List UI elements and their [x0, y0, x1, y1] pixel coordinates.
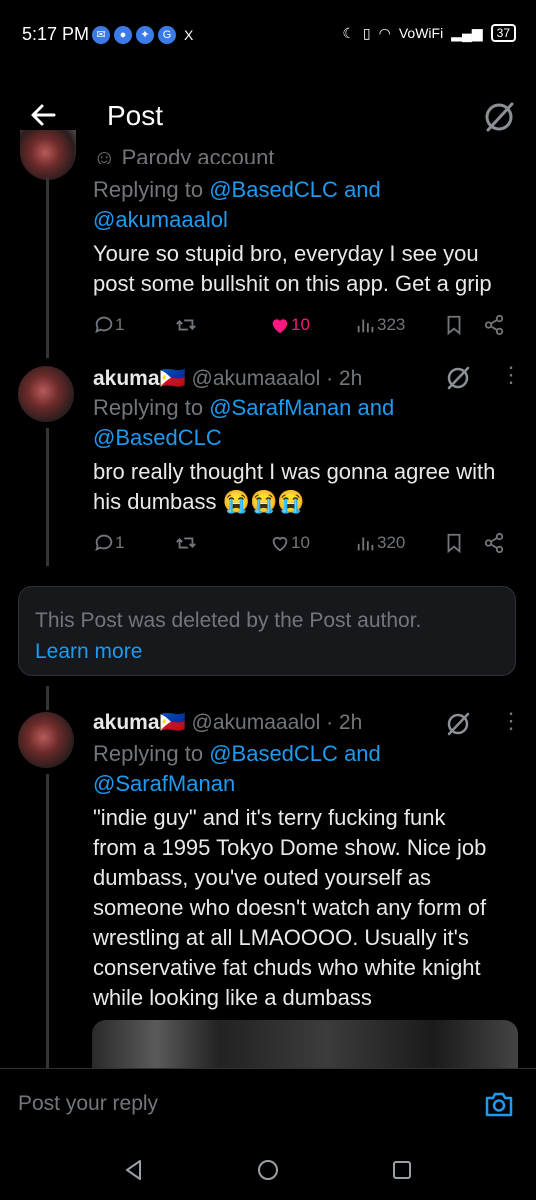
mention-link[interactable]: @SarafManan	[209, 395, 351, 420]
reply-icon	[95, 534, 113, 552]
avatar[interactable]	[18, 366, 74, 422]
flag-emoji: 🇵🇭	[159, 711, 186, 734]
thread-line	[46, 428, 49, 566]
post-text-line: from a 1995 Tokyo Dome show. Nice job	[93, 835, 487, 860]
post-text: his dumbass 😭😭😭	[93, 489, 305, 514]
author-name[interactable]: akuma	[93, 367, 160, 390]
status-right-icons: ☾ ▯ ◠ VoWiFi ▂▄▆ 37	[342, 24, 516, 42]
parody-label: ☺ Parody account	[93, 140, 274, 164]
post-text: post some bullshit on this app. Get a gr…	[93, 271, 492, 296]
heart-filled-icon	[272, 319, 288, 334]
post-text-line: conservative fat chuds who white knight	[93, 955, 481, 980]
reply-icon	[95, 316, 113, 334]
signal-icon: ▂▄▆	[451, 24, 483, 41]
post-author-line: akuma🇵🇭 @akumaaalol · 2h	[93, 708, 362, 738]
battery-indicator: 37	[490, 24, 516, 42]
post-text-line: someone who doesn't watch any form of	[93, 895, 487, 920]
repost-icon	[176, 537, 196, 549]
grok-icon[interactable]	[482, 100, 516, 134]
replying-to: Replying to @BasedCLC and	[93, 177, 381, 202]
thread-line	[46, 774, 49, 1068]
handle-time[interactable]: @akumaaalol · 2h	[192, 711, 363, 734]
handle-time[interactable]: @akumaaalol · 2h	[192, 367, 363, 390]
post-text-line: while looking like a dumbass	[93, 985, 372, 1010]
nav-back-icon[interactable]	[122, 1158, 146, 1182]
bookmark-button[interactable]	[443, 314, 465, 336]
mention-link[interactable]: @SarafManan	[93, 769, 235, 799]
share-button[interactable]	[483, 532, 505, 554]
views-icon	[357, 319, 374, 333]
views-button[interactable]: 323	[355, 314, 405, 336]
camera-icon[interactable]	[484, 1090, 514, 1118]
google-icon: G	[158, 26, 176, 44]
repost-icon	[176, 319, 196, 331]
bookmark-icon	[447, 533, 461, 554]
bookmark-button[interactable]	[443, 532, 465, 554]
reply-button[interactable]: 1	[93, 314, 124, 336]
post-text-line: wrestling at all LMAOOOO. Usually it's	[93, 925, 469, 950]
post-author-line: akuma🇵🇭 @akumaaalol · 2h	[93, 364, 362, 394]
reply-button[interactable]: 1	[93, 532, 124, 554]
post-text: "indie guy" and it's terry fucking funk …	[93, 803, 486, 1013]
avatar[interactable]	[20, 130, 76, 180]
share-button[interactable]	[483, 314, 505, 336]
views-icon	[357, 537, 374, 551]
parody-icon: ☺	[93, 145, 116, 164]
post-text: Youre so stupid bro, everyday I see you	[93, 241, 479, 266]
flag-emoji: 🇵🇭	[159, 367, 186, 390]
app-icon: ✦	[136, 26, 154, 44]
grok-icon[interactable]	[444, 364, 472, 392]
emoji-crying: 😭😭😭	[222, 489, 305, 514]
replying-to: Replying to @BasedCLC and	[93, 741, 381, 766]
nav-recents-icon[interactable]	[391, 1159, 413, 1181]
status-time: 5:17 PM	[22, 24, 90, 44]
replying-to: Replying to @SarafManan and	[93, 395, 395, 420]
mention-link[interactable]: @BasedCLC	[93, 423, 222, 453]
x-app-label: X	[184, 27, 194, 43]
status-app-icons: ✉ ● ✦ G X	[92, 26, 193, 44]
deleted-post-notice: This Post was deleted by the Post author…	[18, 586, 516, 676]
wifi-icon: ◠	[378, 24, 391, 41]
learn-more-link[interactable]: Learn more	[35, 636, 499, 667]
post-actions: 1 10 323	[93, 312, 513, 338]
avatar[interactable]	[18, 712, 74, 768]
repost-button[interactable]	[175, 314, 197, 336]
heart-icon	[272, 536, 288, 552]
back-arrow-icon[interactable]	[28, 100, 58, 130]
repost-button[interactable]	[175, 532, 197, 554]
more-options-icon[interactable]: ⋮	[500, 362, 522, 388]
grok-icon[interactable]	[444, 710, 472, 738]
deleted-message: This Post was deleted by the Post author…	[35, 609, 422, 632]
mention-link[interactable]: @BasedCLC	[209, 741, 338, 766]
network-label: VoWiFi	[398, 25, 444, 41]
more-options-icon[interactable]: ⋮	[500, 708, 522, 734]
post-text-line: dumbass, you've outed yourself as	[93, 865, 432, 890]
mention-link[interactable]: @BasedCLC	[209, 177, 338, 202]
post-actions: 1 10 320	[93, 530, 513, 556]
post-text: bro really thought I was gonna agree wit…	[93, 459, 496, 484]
thread-line	[46, 686, 49, 710]
page-title: Post	[107, 100, 164, 131]
share-icon	[484, 532, 504, 554]
post-text-line: "indie guy" and it's terry fucking funk	[93, 805, 446, 830]
thread-line	[46, 178, 49, 358]
nav-home-icon[interactable]	[256, 1158, 280, 1182]
share-icon	[484, 314, 504, 336]
system-nav-bar	[0, 1142, 536, 1200]
vibrate-icon: ▯	[362, 24, 371, 41]
messenger-icon: ✉	[92, 26, 110, 44]
like-button[interactable]: 10	[269, 314, 310, 336]
views-button[interactable]: 320	[355, 532, 405, 554]
moon-icon: ☾	[342, 24, 355, 41]
post-media-image[interactable]	[92, 1020, 518, 1068]
chat-icon: ●	[114, 26, 132, 44]
reply-input[interactable]: Post your reply	[18, 1092, 158, 1116]
mention-link[interactable]: @akumaaalol	[93, 205, 228, 235]
author-name[interactable]: akuma	[93, 711, 160, 734]
like-button[interactable]: 10	[269, 532, 310, 554]
bookmark-icon	[447, 315, 461, 336]
